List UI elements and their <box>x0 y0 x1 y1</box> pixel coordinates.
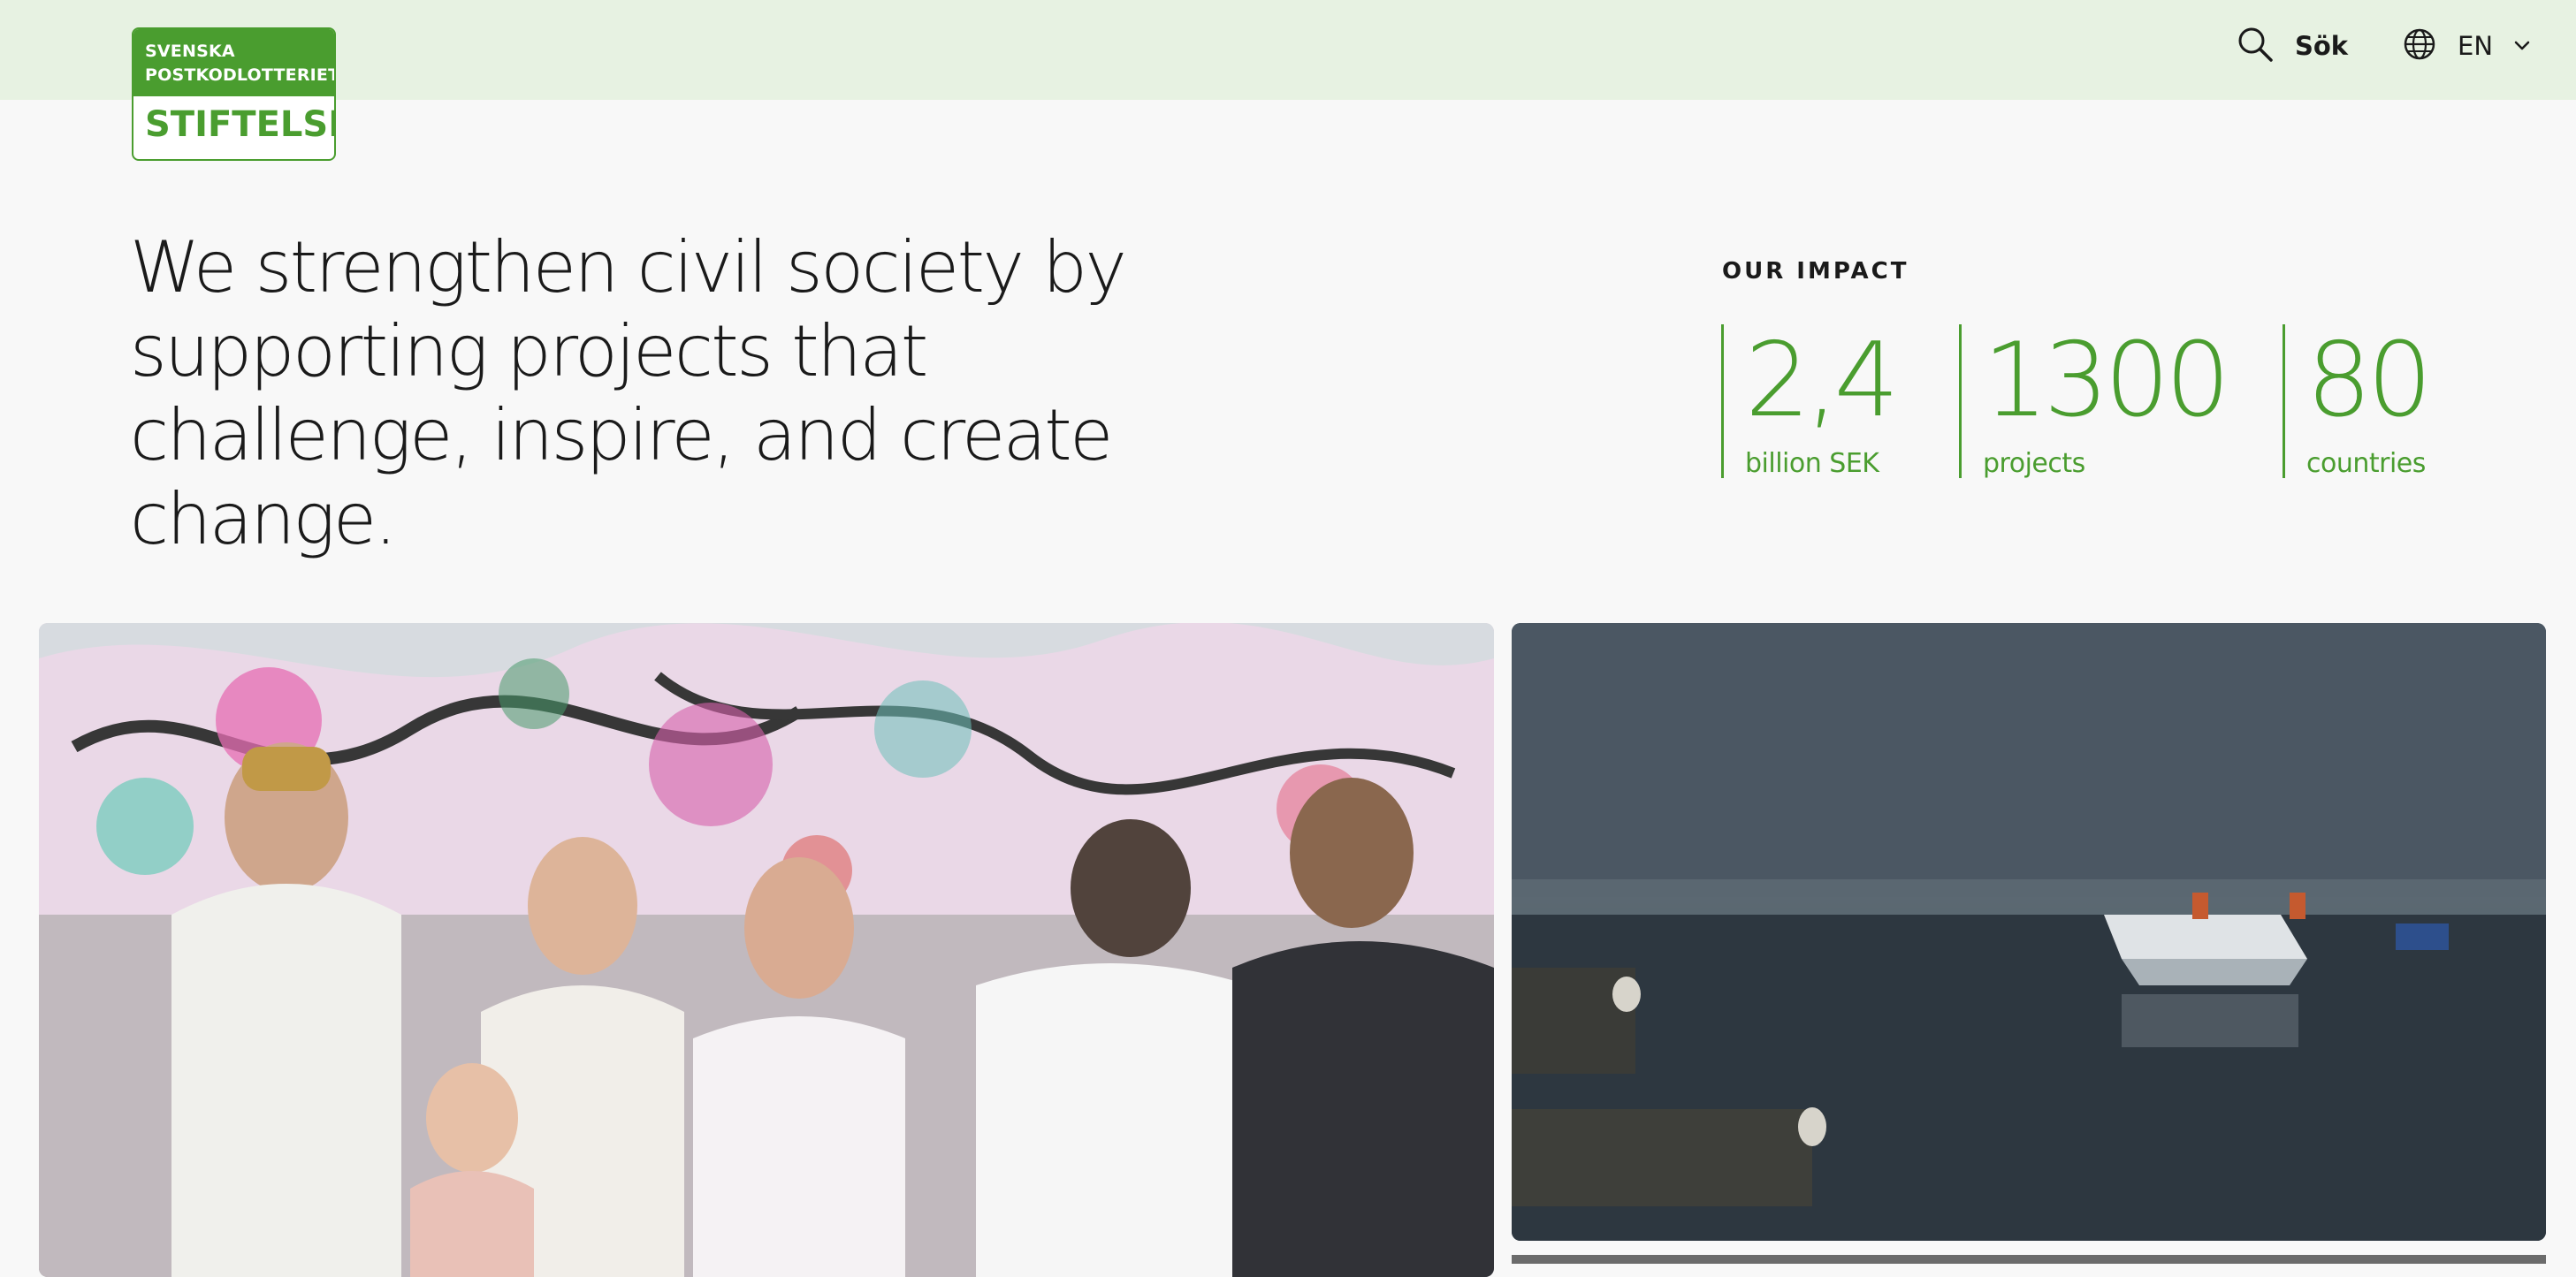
impact-title: OUR IMPACT <box>1722 258 1909 285</box>
search-label: Sök <box>2295 31 2349 61</box>
logo-line-3: STIFTELSE <box>145 104 336 145</box>
stat-value: 80 <box>2306 321 2433 440</box>
photo-people-graffiti[interactable] <box>39 623 1494 1277</box>
stat-label: billion SEK <box>1745 448 1879 479</box>
stat-label: projects <box>1983 448 2085 479</box>
hero-headline: We strengthen civil society by supportin… <box>130 226 1127 560</box>
site-logo[interactable]: SVENSKA POSTKODLOTTERIETS STIFTELSE <box>132 27 336 161</box>
logo-top-band: SVENSKA POSTKODLOTTERIETS <box>133 29 334 96</box>
logo-line-1: SVENSKA <box>145 42 235 61</box>
search-button[interactable]: Sök <box>2237 25 2348 67</box>
language-label: EN <box>2458 31 2494 61</box>
photo-boat-misty-water[interactable] <box>1512 623 2546 1241</box>
stat-billion-sek: 2,4 billion SEK <box>1721 321 1899 479</box>
search-icon <box>2237 26 2274 66</box>
stat-value: 2,4 <box>1745 321 1899 440</box>
globe-icon <box>2403 27 2436 65</box>
stat-label: countries <box>2306 448 2426 479</box>
photo-strip-next-row <box>1512 1255 2546 1264</box>
header-bar <box>0 0 2576 100</box>
stat-projects: 1300 projects <box>1959 321 2230 479</box>
logo-line-2: POSTKODLOTTERIETS <box>145 65 336 85</box>
language-selector[interactable]: EN <box>2403 25 2530 67</box>
stat-value: 1300 <box>1983 321 2230 440</box>
chevron-down-icon <box>2514 38 2530 55</box>
stat-countries: 80 countries <box>2283 321 2433 479</box>
